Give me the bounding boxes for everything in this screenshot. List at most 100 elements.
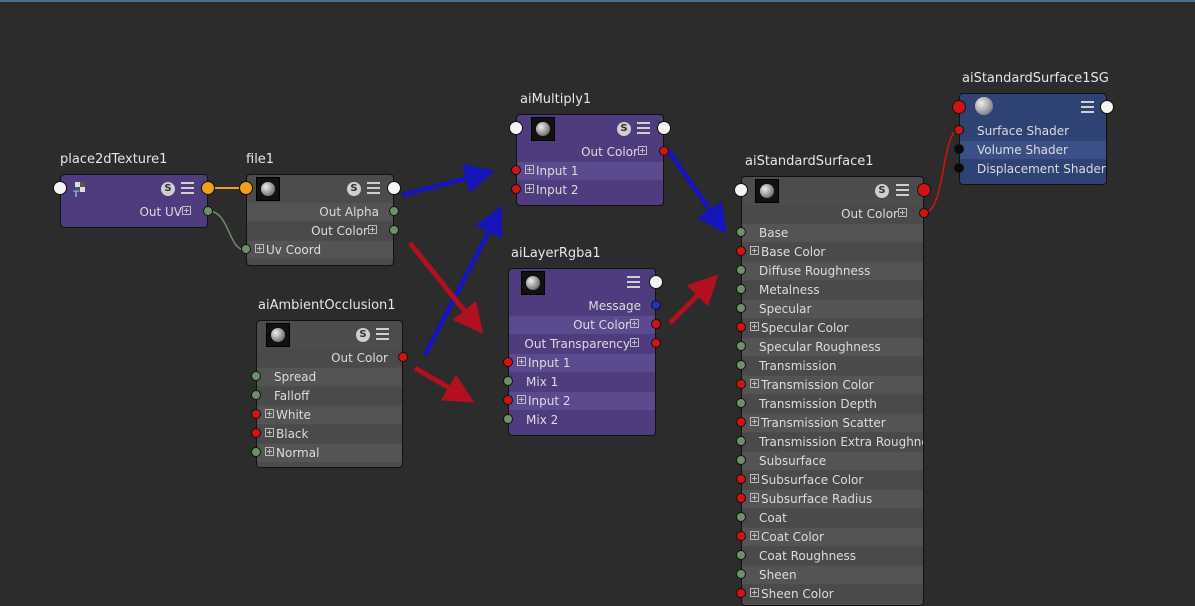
- expand-icon[interactable]: [750, 531, 759, 540]
- transmission-extra-roughness-port[interactable]: [736, 436, 746, 446]
- node-shading-group[interactable]: aiStandardSurface1SG Surface Shader Volu…: [952, 71, 1114, 185]
- swatch-toggle-button[interactable]: S: [356, 328, 370, 342]
- out-color-port[interactable]: [651, 319, 661, 329]
- node-ai-multiply[interactable]: aiMultiply1 S Out Color Input 1 Input 2: [509, 92, 671, 206]
- sheen-color-port[interactable]: [736, 588, 746, 598]
- expand-icon[interactable]: [517, 395, 526, 404]
- swatch-toggle-button[interactable]: S: [161, 182, 175, 196]
- sheen-port[interactable]: [736, 569, 746, 579]
- mix-1-port[interactable]: [503, 376, 513, 386]
- surface-shader-port[interactable]: [954, 125, 964, 135]
- node-menu-icon[interactable]: [367, 182, 380, 194]
- swatch-toggle-button[interactable]: S: [347, 182, 361, 196]
- diffuse-roughness-port[interactable]: [736, 265, 746, 275]
- swatch-toggle-button[interactable]: S: [875, 184, 889, 198]
- output-port[interactable]: [657, 121, 671, 135]
- expand-icon[interactable]: [638, 146, 647, 155]
- expand-icon[interactable]: [265, 409, 274, 418]
- displacement-shader-port[interactable]: [954, 163, 964, 173]
- expand-icon[interactable]: [630, 319, 639, 328]
- expand-icon[interactable]: [265, 428, 274, 437]
- subsurface-color-port[interactable]: [736, 474, 746, 484]
- arrow-multiply-to-surface: [665, 148, 727, 235]
- volume-shader-port[interactable]: [954, 144, 964, 154]
- normal-port[interactable]: [251, 447, 261, 457]
- out-alpha-port[interactable]: [389, 206, 399, 216]
- output-port[interactable]: [1100, 100, 1114, 114]
- input-1-port[interactable]: [503, 357, 513, 367]
- metalness-port[interactable]: [736, 284, 746, 294]
- expand-icon[interactable]: [517, 357, 526, 366]
- port-label: Falloff: [274, 389, 310, 403]
- input-port[interactable]: [239, 181, 253, 195]
- expand-icon[interactable]: [750, 322, 759, 331]
- node-menu-icon[interactable]: [181, 182, 194, 194]
- mix-2-port[interactable]: [503, 414, 513, 424]
- out-color-port[interactable]: [389, 225, 399, 235]
- coat-port[interactable]: [736, 512, 746, 522]
- node-menu-icon[interactable]: [896, 184, 909, 196]
- white-port[interactable]: [251, 409, 261, 419]
- input-port[interactable]: [53, 181, 67, 195]
- node-menu-icon[interactable]: [376, 328, 389, 340]
- output-port[interactable]: [917, 183, 931, 197]
- transmission-color-port[interactable]: [736, 379, 746, 389]
- out-color-port[interactable]: [659, 146, 669, 156]
- black-port[interactable]: [251, 428, 261, 438]
- transmission-depth-port[interactable]: [736, 398, 746, 408]
- out-uv-port[interactable]: [203, 206, 213, 216]
- expand-icon[interactable]: [750, 379, 759, 388]
- expand-icon[interactable]: [750, 588, 759, 597]
- output-port[interactable]: [649, 275, 663, 289]
- input-port[interactable]: [734, 183, 748, 197]
- expand-icon[interactable]: [898, 208, 907, 217]
- node-ambient-occlusion[interactable]: aiAmbientOcclusion1 S Out Color Spread F…: [251, 298, 408, 468]
- arrow-ao-to-layer: [413, 365, 475, 403]
- message-port[interactable]: [651, 300, 661, 310]
- expand-icon[interactable]: [255, 244, 264, 253]
- input-port[interactable]: [509, 121, 523, 135]
- node-menu-icon[interactable]: [627, 276, 640, 288]
- node-ai-standard-surface[interactable]: aiStandardSurface1 S Out Color Base Base…: [734, 154, 931, 606]
- expand-icon[interactable]: [525, 165, 534, 174]
- expand-icon[interactable]: [750, 417, 759, 426]
- coat-roughness-port[interactable]: [736, 550, 746, 560]
- transmission-port[interactable]: [736, 360, 746, 370]
- node-menu-icon[interactable]: [1081, 101, 1094, 113]
- input-2-port[interactable]: [503, 395, 513, 405]
- specular-color-port[interactable]: [736, 322, 746, 332]
- subsurface-radius-port[interactable]: [736, 493, 746, 503]
- expand-icon[interactable]: [368, 225, 377, 234]
- node-ai-layer-rgba[interactable]: aiLayerRgba1 Message Out Color Out Trans…: [503, 246, 663, 436]
- output-port[interactable]: [201, 181, 215, 195]
- input-port[interactable]: [952, 100, 966, 114]
- base-port[interactable]: [736, 227, 746, 237]
- expand-icon[interactable]: [525, 184, 534, 193]
- expand-icon[interactable]: [750, 493, 759, 502]
- subsurface-port[interactable]: [736, 455, 746, 465]
- node-place2dtexture[interactable]: place2dTexture1 T S Out UV: [53, 152, 215, 228]
- port-row-subsurface-color: Subsurface Color: [742, 471, 923, 489]
- out-color-port[interactable]: [398, 352, 408, 362]
- expand-icon[interactable]: [630, 338, 639, 347]
- spread-port[interactable]: [251, 371, 261, 381]
- input-2-port[interactable]: [511, 184, 521, 194]
- expand-icon[interactable]: [265, 447, 274, 456]
- coat-color-port[interactable]: [736, 531, 746, 541]
- specular-port[interactable]: [736, 303, 746, 313]
- out-color-port[interactable]: [919, 208, 929, 218]
- expand-icon[interactable]: [750, 246, 759, 255]
- node-menu-icon[interactable]: [637, 122, 650, 134]
- out-transparency-port[interactable]: [651, 338, 661, 348]
- base-color-port[interactable]: [736, 246, 746, 256]
- input-1-port[interactable]: [511, 165, 521, 175]
- node-file[interactable]: file1 S Out Alpha Out Color Uv Coord: [239, 152, 401, 266]
- swatch-toggle-button[interactable]: S: [617, 122, 631, 136]
- expand-icon[interactable]: [750, 474, 759, 483]
- output-port[interactable]: [387, 181, 401, 195]
- uv-coord-port[interactable]: [241, 244, 251, 254]
- specular-roughness-port[interactable]: [736, 341, 746, 351]
- transmission-scatter-port[interactable]: [736, 417, 746, 427]
- falloff-port[interactable]: [251, 390, 261, 400]
- expand-icon[interactable]: [182, 206, 191, 215]
